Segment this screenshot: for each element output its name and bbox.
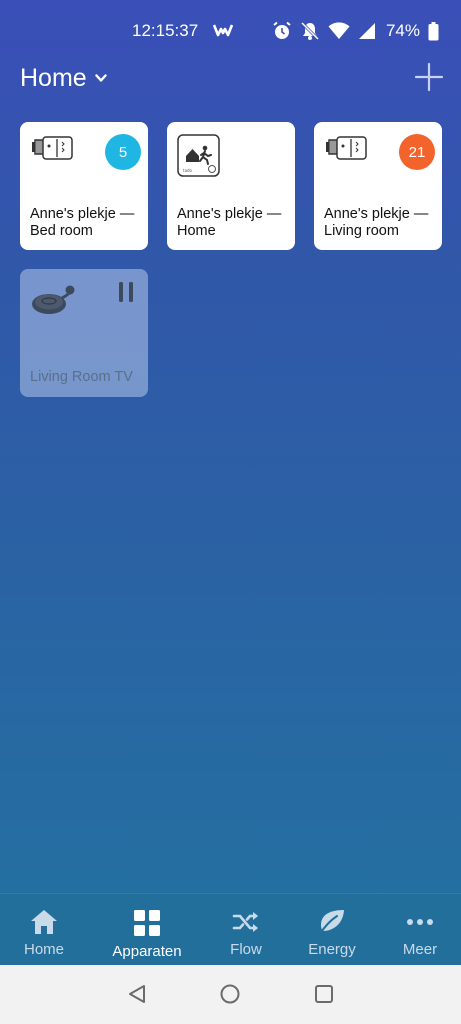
back-icon[interactable] xyxy=(127,984,147,1004)
device-label: Anne's plekje — Home xyxy=(177,206,282,239)
away-mode-icon: tado xyxy=(177,134,220,177)
temperature-badge: 5 xyxy=(105,134,141,170)
mute-icon xyxy=(300,21,320,41)
temperature-badge: 21 xyxy=(399,134,435,170)
svg-text:tado: tado xyxy=(183,168,193,173)
device-tile-home[interactable]: tado Anne's plekje — Home xyxy=(167,122,295,250)
nav-label: Meer xyxy=(402,941,438,958)
nav-energy[interactable]: Energy xyxy=(306,894,358,966)
page-title: Home xyxy=(20,64,87,92)
device-label: Living Room TV xyxy=(30,369,133,385)
thermostat-valve-icon xyxy=(32,136,73,160)
home-selector[interactable]: Home xyxy=(20,64,107,93)
device-tile-living-room-tv[interactable]: Living Room TV xyxy=(20,269,148,397)
device-label: Anne's plekje — Living room xyxy=(324,206,429,239)
wifi-icon xyxy=(328,22,350,39)
nav-home[interactable]: Home xyxy=(22,894,66,966)
device-tile-living-room[interactable]: 21 Anne's plekje — Living room xyxy=(314,122,442,250)
recents-icon[interactable] xyxy=(314,984,334,1004)
signal-icon xyxy=(358,23,375,39)
status-icons: 74% xyxy=(272,20,439,42)
chevron-down-icon xyxy=(94,74,107,82)
notification-app-icon xyxy=(213,24,233,37)
house-icon xyxy=(31,910,57,934)
grid-icon xyxy=(134,910,160,936)
thermostat-valve-icon xyxy=(326,136,367,160)
device-label: Anne's plekje — Bed room xyxy=(30,206,135,239)
battery-percentage: 74% xyxy=(385,21,420,40)
nav-label: Home xyxy=(23,941,64,958)
nav-label: Flow xyxy=(230,941,262,958)
pause-icon[interactable] xyxy=(118,281,134,303)
nav-apparaten[interactable]: Apparaten xyxy=(105,894,189,966)
chromecast-icon xyxy=(32,285,75,314)
device-tile-bed-room[interactable]: 5 Anne's plekje — Bed room xyxy=(20,122,148,250)
nav-flow[interactable]: Flow xyxy=(226,894,266,966)
alarm-icon xyxy=(273,21,291,39)
home-circle-icon[interactable] xyxy=(220,984,240,1004)
leaf-icon xyxy=(319,910,344,935)
system-navigation-bar xyxy=(0,965,461,1024)
shuffle-icon xyxy=(232,912,258,932)
status-time: 12:15:37 xyxy=(132,21,199,40)
more-dots-icon xyxy=(407,919,433,925)
bottom-navigation: Home Apparaten Flow Energy Meer xyxy=(0,893,461,965)
nav-label: Apparaten xyxy=(112,943,182,960)
battery-icon xyxy=(428,21,439,40)
status-bar: 12:15:37 74% xyxy=(0,0,461,62)
add-button[interactable] xyxy=(414,62,444,92)
nav-meer[interactable]: Meer xyxy=(400,894,440,966)
nav-label: Energy xyxy=(308,941,356,958)
